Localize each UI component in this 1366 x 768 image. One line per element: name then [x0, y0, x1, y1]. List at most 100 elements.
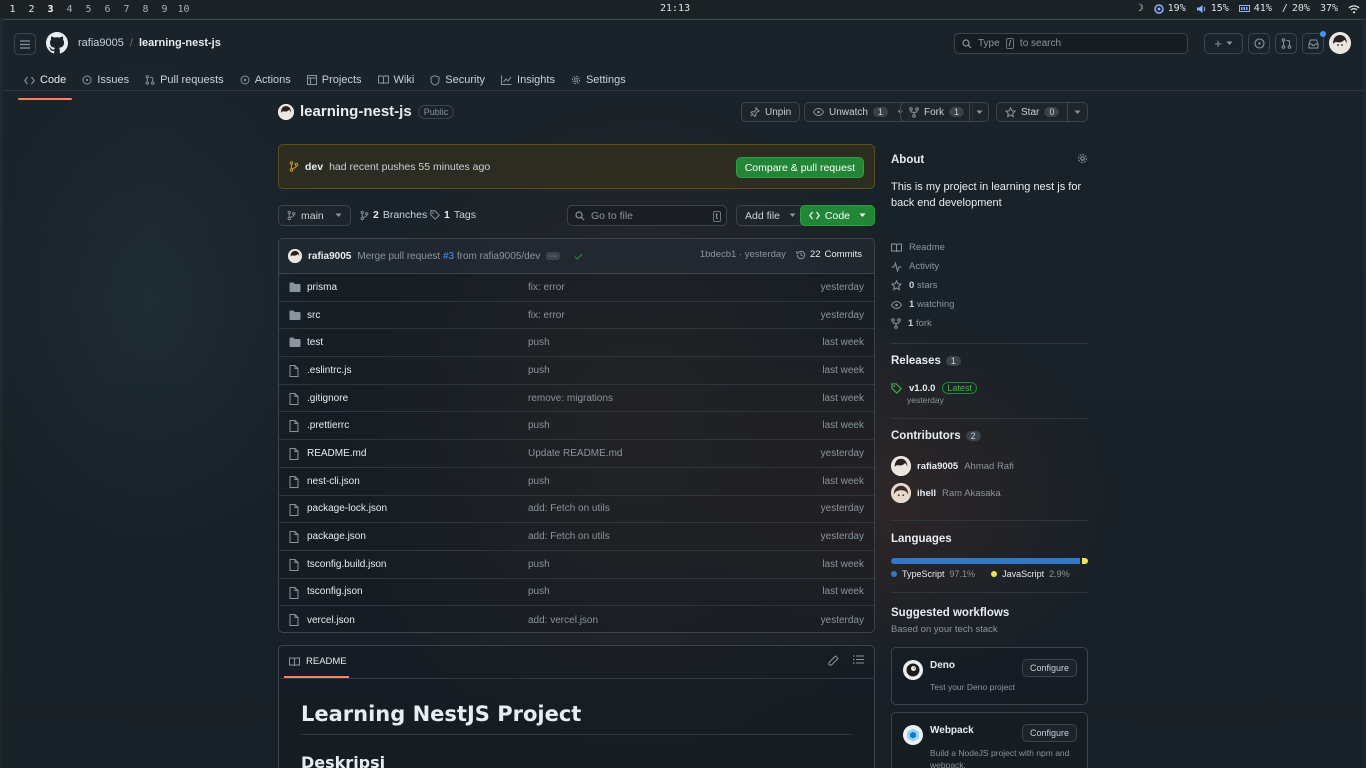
file-row[interactable]: .gitignore remove: migrations last week	[279, 385, 874, 413]
stars-link[interactable]: 0 stars	[891, 280, 938, 291]
tab-issues[interactable]: Issues	[74, 68, 137, 92]
configure-button[interactable]: Configure	[1021, 724, 1077, 742]
file-name[interactable]: .prettierrc	[307, 420, 349, 431]
commit-author[interactable]: rafia9005	[308, 251, 351, 262]
user-avatar[interactable]	[1329, 32, 1351, 54]
file-row[interactable]: package-lock.json add: Fetch on utils ye…	[279, 496, 874, 524]
breadcrumb-repo[interactable]: learning-nest-js	[139, 37, 221, 49]
release-item[interactable]: v1.0.0 Latest	[891, 382, 977, 394]
pull-requests-button[interactable]	[1275, 33, 1297, 54]
create-new-button[interactable]: +	[1204, 33, 1243, 54]
issues-button[interactable]	[1248, 33, 1270, 54]
commit-hash[interactable]: 1bdecb1	[700, 249, 736, 260]
workspace-9[interactable]: 9	[155, 4, 174, 15]
file-row[interactable]: vercel.json add: vercel.json yesterday	[279, 606, 874, 632]
file-commit-message[interactable]: fix: error	[528, 282, 565, 293]
go-to-file-input[interactable]: Go to file t	[567, 205, 727, 226]
tab-settings[interactable]: Settings	[563, 68, 634, 92]
file-commit-message[interactable]: Update README.md	[528, 448, 622, 459]
file-commit-message[interactable]: push	[528, 365, 550, 376]
file-name[interactable]: prisma	[307, 282, 337, 293]
tab-pull-requests[interactable]: Pull requests	[137, 68, 232, 92]
tab-actions[interactable]: Actions	[232, 68, 299, 92]
menu-button[interactable]	[14, 33, 36, 55]
workspace-5[interactable]: 5	[79, 4, 98, 15]
list-icon[interactable]	[853, 655, 864, 666]
expand-commit-button[interactable]: ···	[546, 252, 561, 260]
tab-security[interactable]: Security	[422, 68, 493, 92]
tab-code[interactable]: Code	[16, 68, 74, 100]
unwatch-button[interactable]: Unwatch 1	[804, 102, 910, 122]
workspace-10[interactable]: 10	[174, 4, 193, 15]
workspace-8[interactable]: 8	[136, 4, 155, 15]
tags-link[interactable]: 1 Tags	[430, 209, 476, 221]
file-row[interactable]: README.md Update README.md yesterday	[279, 440, 874, 468]
repo-name[interactable]: learning-nest-js	[300, 103, 412, 120]
file-row[interactable]: src fix: error yesterday	[279, 302, 874, 330]
commit-pr-link[interactable]: #3	[443, 251, 454, 262]
workspace-3[interactable]: 3	[41, 4, 60, 15]
file-name[interactable]: .eslintrc.js	[307, 365, 351, 376]
tab-projects[interactable]: Projects	[299, 68, 370, 92]
configure-button[interactable]: Configure	[1021, 659, 1077, 677]
unpin-button[interactable]: Unpin	[741, 102, 801, 122]
file-name[interactable]: package-lock.json	[307, 503, 387, 514]
workspace-7[interactable]: 7	[117, 4, 136, 15]
file-name[interactable]: tsconfig.json	[307, 586, 363, 597]
file-name[interactable]: src	[307, 310, 320, 321]
tab-wiki[interactable]: Wiki	[370, 68, 423, 92]
commits-link[interactable]: 22 Commits	[796, 249, 862, 260]
file-commit-message[interactable]: add: Fetch on utils	[528, 531, 610, 542]
contributor-item[interactable]: ihell Ram Akasaka	[891, 483, 1001, 503]
pencil-icon[interactable]	[828, 655, 839, 666]
workspace-1[interactable]: 1	[3, 4, 22, 15]
language-item-javascript[interactable]: JavaScript 2.9%	[991, 569, 1070, 579]
file-commit-message[interactable]: fix: error	[528, 310, 565, 321]
file-commit-message[interactable]: push	[528, 559, 550, 570]
file-commit-message[interactable]: add: Fetch on utils	[528, 503, 610, 514]
fork-button[interactable]: Fork 1	[900, 102, 974, 122]
branches-link[interactable]: 2 Branches	[360, 209, 427, 221]
github-logo-icon[interactable]	[46, 32, 68, 54]
file-row[interactable]: test push last week	[279, 329, 874, 358]
file-commit-message[interactable]: remove: migrations	[528, 393, 613, 404]
file-name[interactable]: package.json	[307, 531, 366, 542]
compare-pull-request-button[interactable]: Compare & pull request	[735, 157, 864, 178]
star-button[interactable]: Star 0	[996, 102, 1069, 122]
file-name[interactable]: tsconfig.build.json	[307, 559, 387, 570]
contributors-heading[interactable]: Contributors 2	[891, 430, 981, 442]
fork-dropdown[interactable]	[969, 102, 989, 122]
search-input[interactable]: Type / to search	[954, 33, 1188, 54]
workspace-6[interactable]: 6	[98, 4, 117, 15]
releases-heading[interactable]: Releases 1	[891, 355, 961, 367]
commit-message[interactable]: Merge pull request #3 from rafia9005/dev	[357, 251, 540, 262]
tab-insights[interactable]: Insights	[493, 68, 563, 92]
activity-link[interactable]: Activity	[891, 261, 939, 272]
file-commit-message[interactable]: push	[528, 337, 550, 348]
code-button[interactable]: Code	[799, 205, 875, 226]
file-row[interactable]: tsconfig.build.json push last week	[279, 551, 874, 579]
file-row[interactable]: package.json add: Fetch on utils yesterd…	[279, 523, 874, 551]
file-name[interactable]: README.md	[307, 448, 366, 459]
gear-icon[interactable]	[1077, 153, 1088, 164]
file-row[interactable]: tsconfig.json push last week	[279, 579, 874, 607]
breadcrumb-owner[interactable]: rafia9005	[78, 37, 124, 49]
add-file-button[interactable]: Add file	[736, 205, 806, 226]
file-name[interactable]: .gitignore	[307, 393, 348, 404]
file-row[interactable]: .eslintrc.js push last week	[279, 357, 874, 385]
file-name[interactable]: vercel.json	[307, 615, 355, 626]
language-item-typescript[interactable]: TypeScript 97.1%	[891, 569, 975, 579]
file-name[interactable]: nest-cli.json	[307, 476, 360, 487]
file-name[interactable]: test	[307, 337, 323, 348]
file-commit-message[interactable]: push	[528, 420, 550, 431]
watching-link[interactable]: 1 watching	[891, 299, 954, 310]
file-row[interactable]: nest-cli.json push last week	[279, 468, 874, 496]
file-commit-message[interactable]: push	[528, 586, 550, 597]
workspace-2[interactable]: 2	[22, 4, 41, 15]
star-dropdown[interactable]	[1067, 102, 1088, 122]
pushed-branch-name[interactable]: dev	[305, 161, 323, 173]
forks-link[interactable]: 1 fork	[891, 318, 932, 329]
file-commit-message[interactable]: add: vercel.json	[528, 615, 598, 626]
file-row[interactable]: prisma fix: error yesterday	[279, 274, 874, 302]
contributor-item[interactable]: rafia9005 Ahmad Rafi	[891, 456, 1014, 476]
